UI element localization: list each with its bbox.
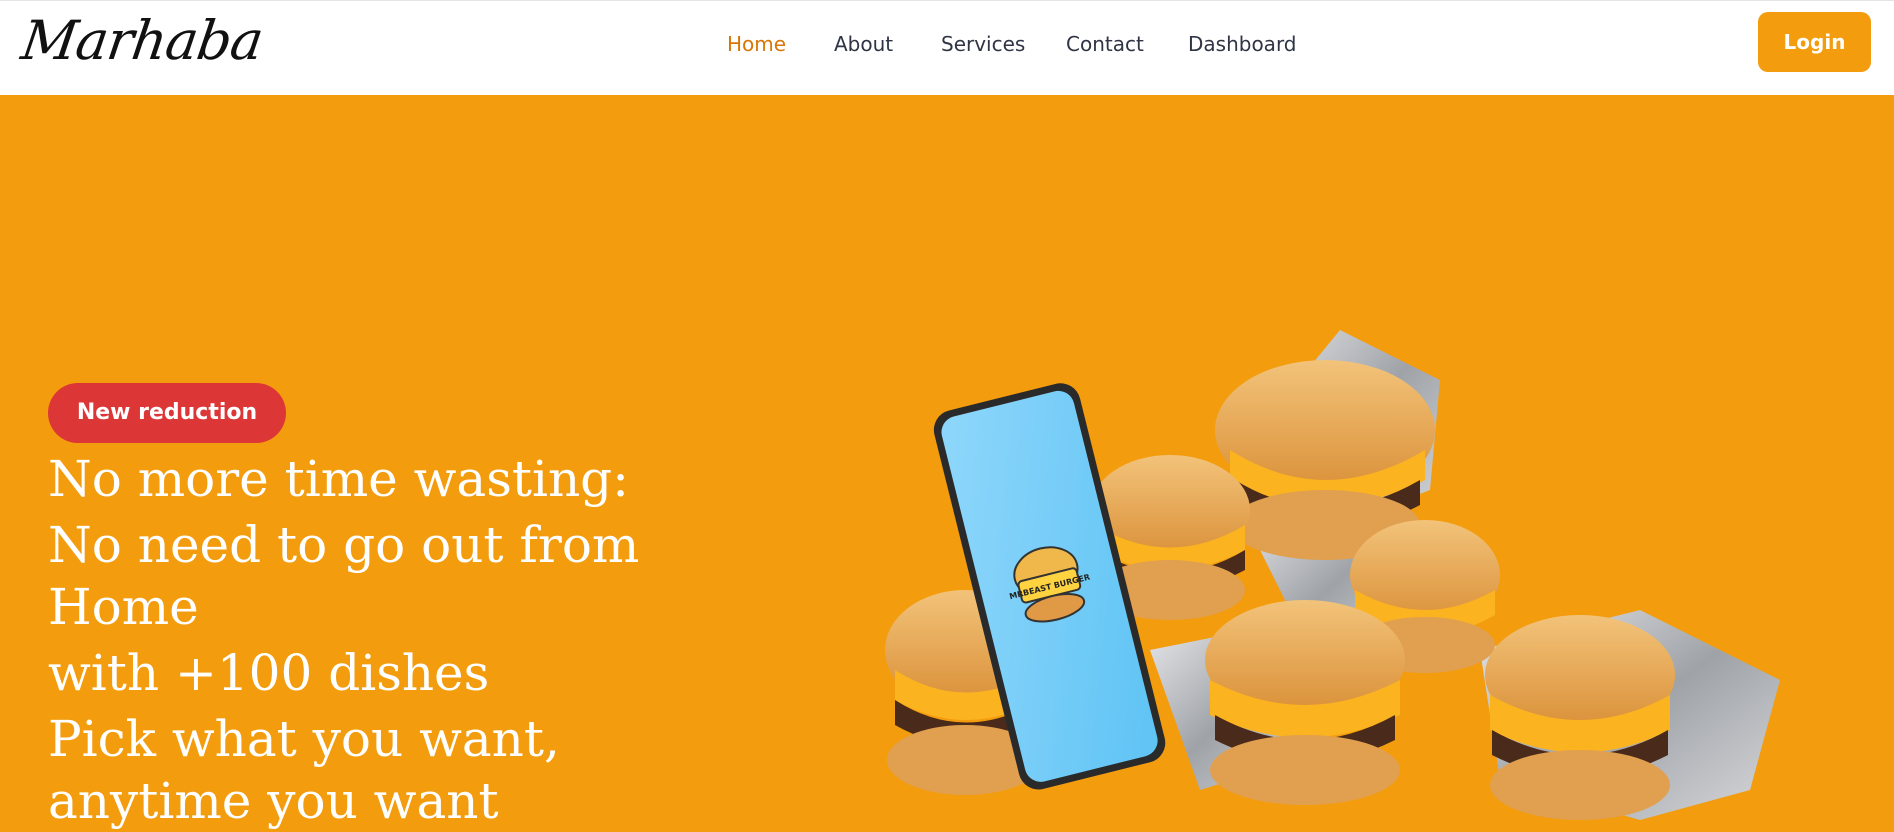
headline-line: anytime you want [48, 772, 499, 830]
brand-logo[interactable]: Marhaba [18, 9, 267, 73]
burgers-and-phone-illustration: MRBEAST BURGER [885, 330, 1780, 820]
burger [1205, 600, 1405, 805]
burger [1485, 615, 1675, 820]
nav-link-about[interactable]: About [834, 29, 893, 59]
hero-section: New reduction No more time wasting: No n… [0, 95, 1894, 830]
promo-badge: New reduction [48, 383, 286, 443]
nav-link-services[interactable]: Services [941, 29, 1025, 59]
headline-line: Home [48, 578, 199, 636]
hero-headline: No more time wasting: No need to go out … [48, 448, 668, 832]
headline-line: with +100 dishes [48, 644, 490, 702]
headline-line: Pick what you want, [48, 710, 560, 768]
headline-line: No need to go out from [48, 516, 640, 574]
nav-link-contact[interactable]: Contact [1066, 29, 1144, 59]
nav-link-dashboard[interactable]: Dashboard [1188, 29, 1297, 59]
nav-link-home[interactable]: Home [727, 29, 786, 59]
login-button[interactable]: Login [1758, 12, 1871, 72]
headline-line: No more time wasting: [48, 450, 630, 508]
navbar: Marhaba Home About Services Contact Dash… [0, 0, 1894, 95]
